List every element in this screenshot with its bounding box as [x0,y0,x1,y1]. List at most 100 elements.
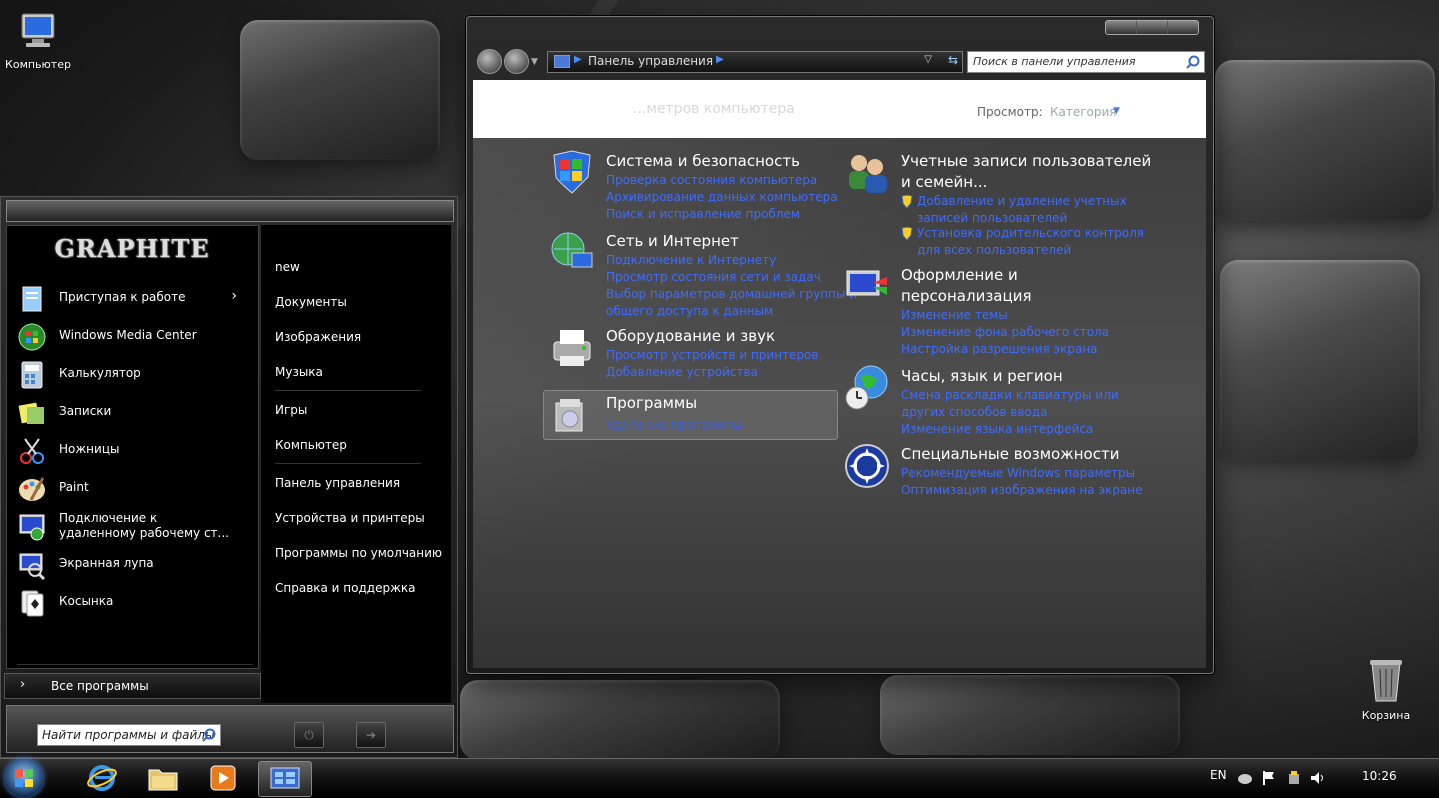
submenu-arrow-icon[interactable]: › [231,288,237,304]
all-programs-button[interactable]: › Все программы [4,673,261,699]
history-dropdown-icon[interactable]: ▼ [531,57,538,67]
place-item-computer[interactable]: Компьютер [275,438,347,452]
category-title[interactable]: Учетные записи пользователей [901,151,1151,172]
start-search-input[interactable]: Найти программы и файлы [37,724,221,746]
category-link[interactable]: Добавление устройства [606,364,818,381]
category-link[interactable]: Настройка разрешения экрана [901,341,1109,358]
program-label: Косынка [59,594,114,608]
solitaire-icon [21,590,44,617]
category-link[interactable]: Поиск и исправление проблем [606,206,838,223]
category-link[interactable]: Проверка состояния компьютера [606,172,838,189]
breadcrumb[interactable]: Панель управления [588,54,713,68]
category-title[interactable]: персонализация [901,286,1109,307]
category-link[interactable]: Удаление программы [606,417,743,434]
control-panel-window[interactable]: ▼ ▶ Панель управления ▶ ▽ ⇆ Поиск в пане… [466,16,1214,674]
address-bar[interactable]: ▶ Панель управления ▶ ▽ ⇆ [547,51,963,73]
arrow-right-icon: ➔ [365,728,377,742]
taskbar-explorer[interactable] [137,761,189,795]
place-item-devices-printers[interactable]: Устройства и принтеры [275,511,425,525]
category-link[interactable]: Изменение фона рабочего стола [901,324,1109,341]
search-icon[interactable] [202,728,216,742]
category-link[interactable]: Рекомендуемые Windows параметры [901,465,1142,482]
program-label: Подключение к удаленному рабочему ст... [59,511,229,540]
shutdown-options-button[interactable]: ➔ [356,722,386,748]
background-tile [880,675,1180,755]
program-item[interactable]: Косынка [17,586,253,620]
category-title[interactable]: и семейн... [901,172,1151,193]
taskbar-control-panel[interactable] [258,761,312,797]
forward-button[interactable] [504,49,529,74]
category-title[interactable]: Система и безопасность [606,151,838,172]
chevron-down-icon[interactable]: ▼ [1113,106,1120,116]
refresh-icon[interactable]: ⇆ [948,53,958,67]
start-button[interactable] [5,759,43,797]
category-link[interactable]: Изменение языка интерфейса [901,421,1119,438]
taskbar-internet-explorer[interactable] [76,761,128,795]
program-item[interactable]: Экранная лупа [17,548,253,582]
desktop-icon-computer[interactable]: Компьютер [0,10,78,71]
place-item-new[interactable]: new [275,260,300,274]
place-item-music[interactable]: Музыка [275,365,323,379]
category-title[interactable]: Оборудование и звук [606,326,818,347]
category-link[interactable]: других способов ввода [901,404,1119,421]
background-tile [240,20,440,160]
category-title[interactable]: Программы [606,393,697,414]
category-link[interactable]: общего доступа к данным [606,303,857,320]
category-title[interactable]: Специальные возможности [901,444,1142,465]
search-icon[interactable] [1186,55,1200,69]
place-item-control-panel[interactable]: Панель управления [275,476,400,490]
category-link[interactable]: Установка родительского контроля [901,225,1151,242]
magnifier-icon [19,553,46,580]
program-item[interactable]: Paint [17,472,253,506]
place-item-documents[interactable]: Документы [275,295,347,309]
desktop-icon-label: Компьютер [5,58,71,71]
program-item[interactable]: Подключение к удаленному рабочему ст... [17,510,253,544]
category-link[interactable]: Просмотр состояния сети и задач [606,269,857,286]
control-panel-icon [270,767,300,789]
category-link[interactable]: Подключение к Интернету [606,252,857,269]
category-link[interactable]: Смена раскладки клавиатуры или [901,387,1119,404]
category-link[interactable]: Оптимизация изображения на экране [901,482,1142,499]
minimize-button[interactable] [1106,21,1137,34]
close-button[interactable] [1168,21,1198,34]
graphite-logo: GRAPHITE [54,234,210,263]
category-link[interactable]: Просмотр устройств и принтеров [606,347,818,364]
category-title[interactable]: Оформление и [901,265,1109,286]
category-link[interactable]: Добавление и удаление учетных [901,193,1151,210]
shutdown-button[interactable]: ⏻ [294,722,324,748]
clock[interactable]: 10:26 [1362,769,1397,783]
power-tray-icon[interactable] [1286,770,1302,786]
background-tile [1215,60,1435,220]
action-center-flag-icon[interactable] [1262,770,1276,786]
place-item-help-support[interactable]: Справка и поддержка [275,581,416,595]
taskbar-media-player[interactable] [197,761,249,795]
category-hardware-sound: Оборудование и звук Просмотр устройств и… [553,326,818,381]
category-title[interactable]: Часы, язык и регион [901,366,1119,387]
place-item-games[interactable]: Игры [275,403,307,417]
program-item[interactable]: Windows Media Center [17,320,253,354]
program-item[interactable]: Приступая к работе › [17,282,253,316]
language-indicator[interactable]: EN [1210,768,1227,782]
view-mode-dropdown[interactable]: Категория [1050,105,1117,119]
category-title[interactable]: Сеть и Интернет [606,231,857,252]
category-link[interactable]: Архивирование данных компьютера [606,189,838,206]
start-search-placeholder: Найти программы и файлы [42,728,215,742]
program-item[interactable]: Ножницы [17,434,253,468]
category-link[interactable]: для всех пользователей [901,242,1151,259]
category-link[interactable]: Изменение темы [901,307,1109,324]
back-button[interactable] [477,49,502,74]
category-programs[interactable]: Программы Удаление программы [543,390,838,440]
program-label: Калькулятор [59,366,141,380]
program-label: Экранная лупа [59,556,154,570]
category-link[interactable]: Выбор параметров домашней группы и [606,286,857,303]
volume-icon[interactable] [1309,770,1325,786]
address-dropdown-icon[interactable]: ▽ [924,54,932,65]
search-input[interactable]: Поиск в панели управления [967,51,1205,73]
maximize-button[interactable] [1137,21,1168,34]
program-item[interactable]: Калькулятор [17,358,253,392]
network-tray-icon[interactable] [1237,771,1253,785]
desktop-icon-recycle-bin[interactable]: Корзина [1346,655,1426,722]
place-item-pictures[interactable]: Изображения [275,330,361,344]
program-item[interactable]: Записки [17,396,253,430]
place-item-default-programs[interactable]: Программы по умолчанию [275,546,442,560]
